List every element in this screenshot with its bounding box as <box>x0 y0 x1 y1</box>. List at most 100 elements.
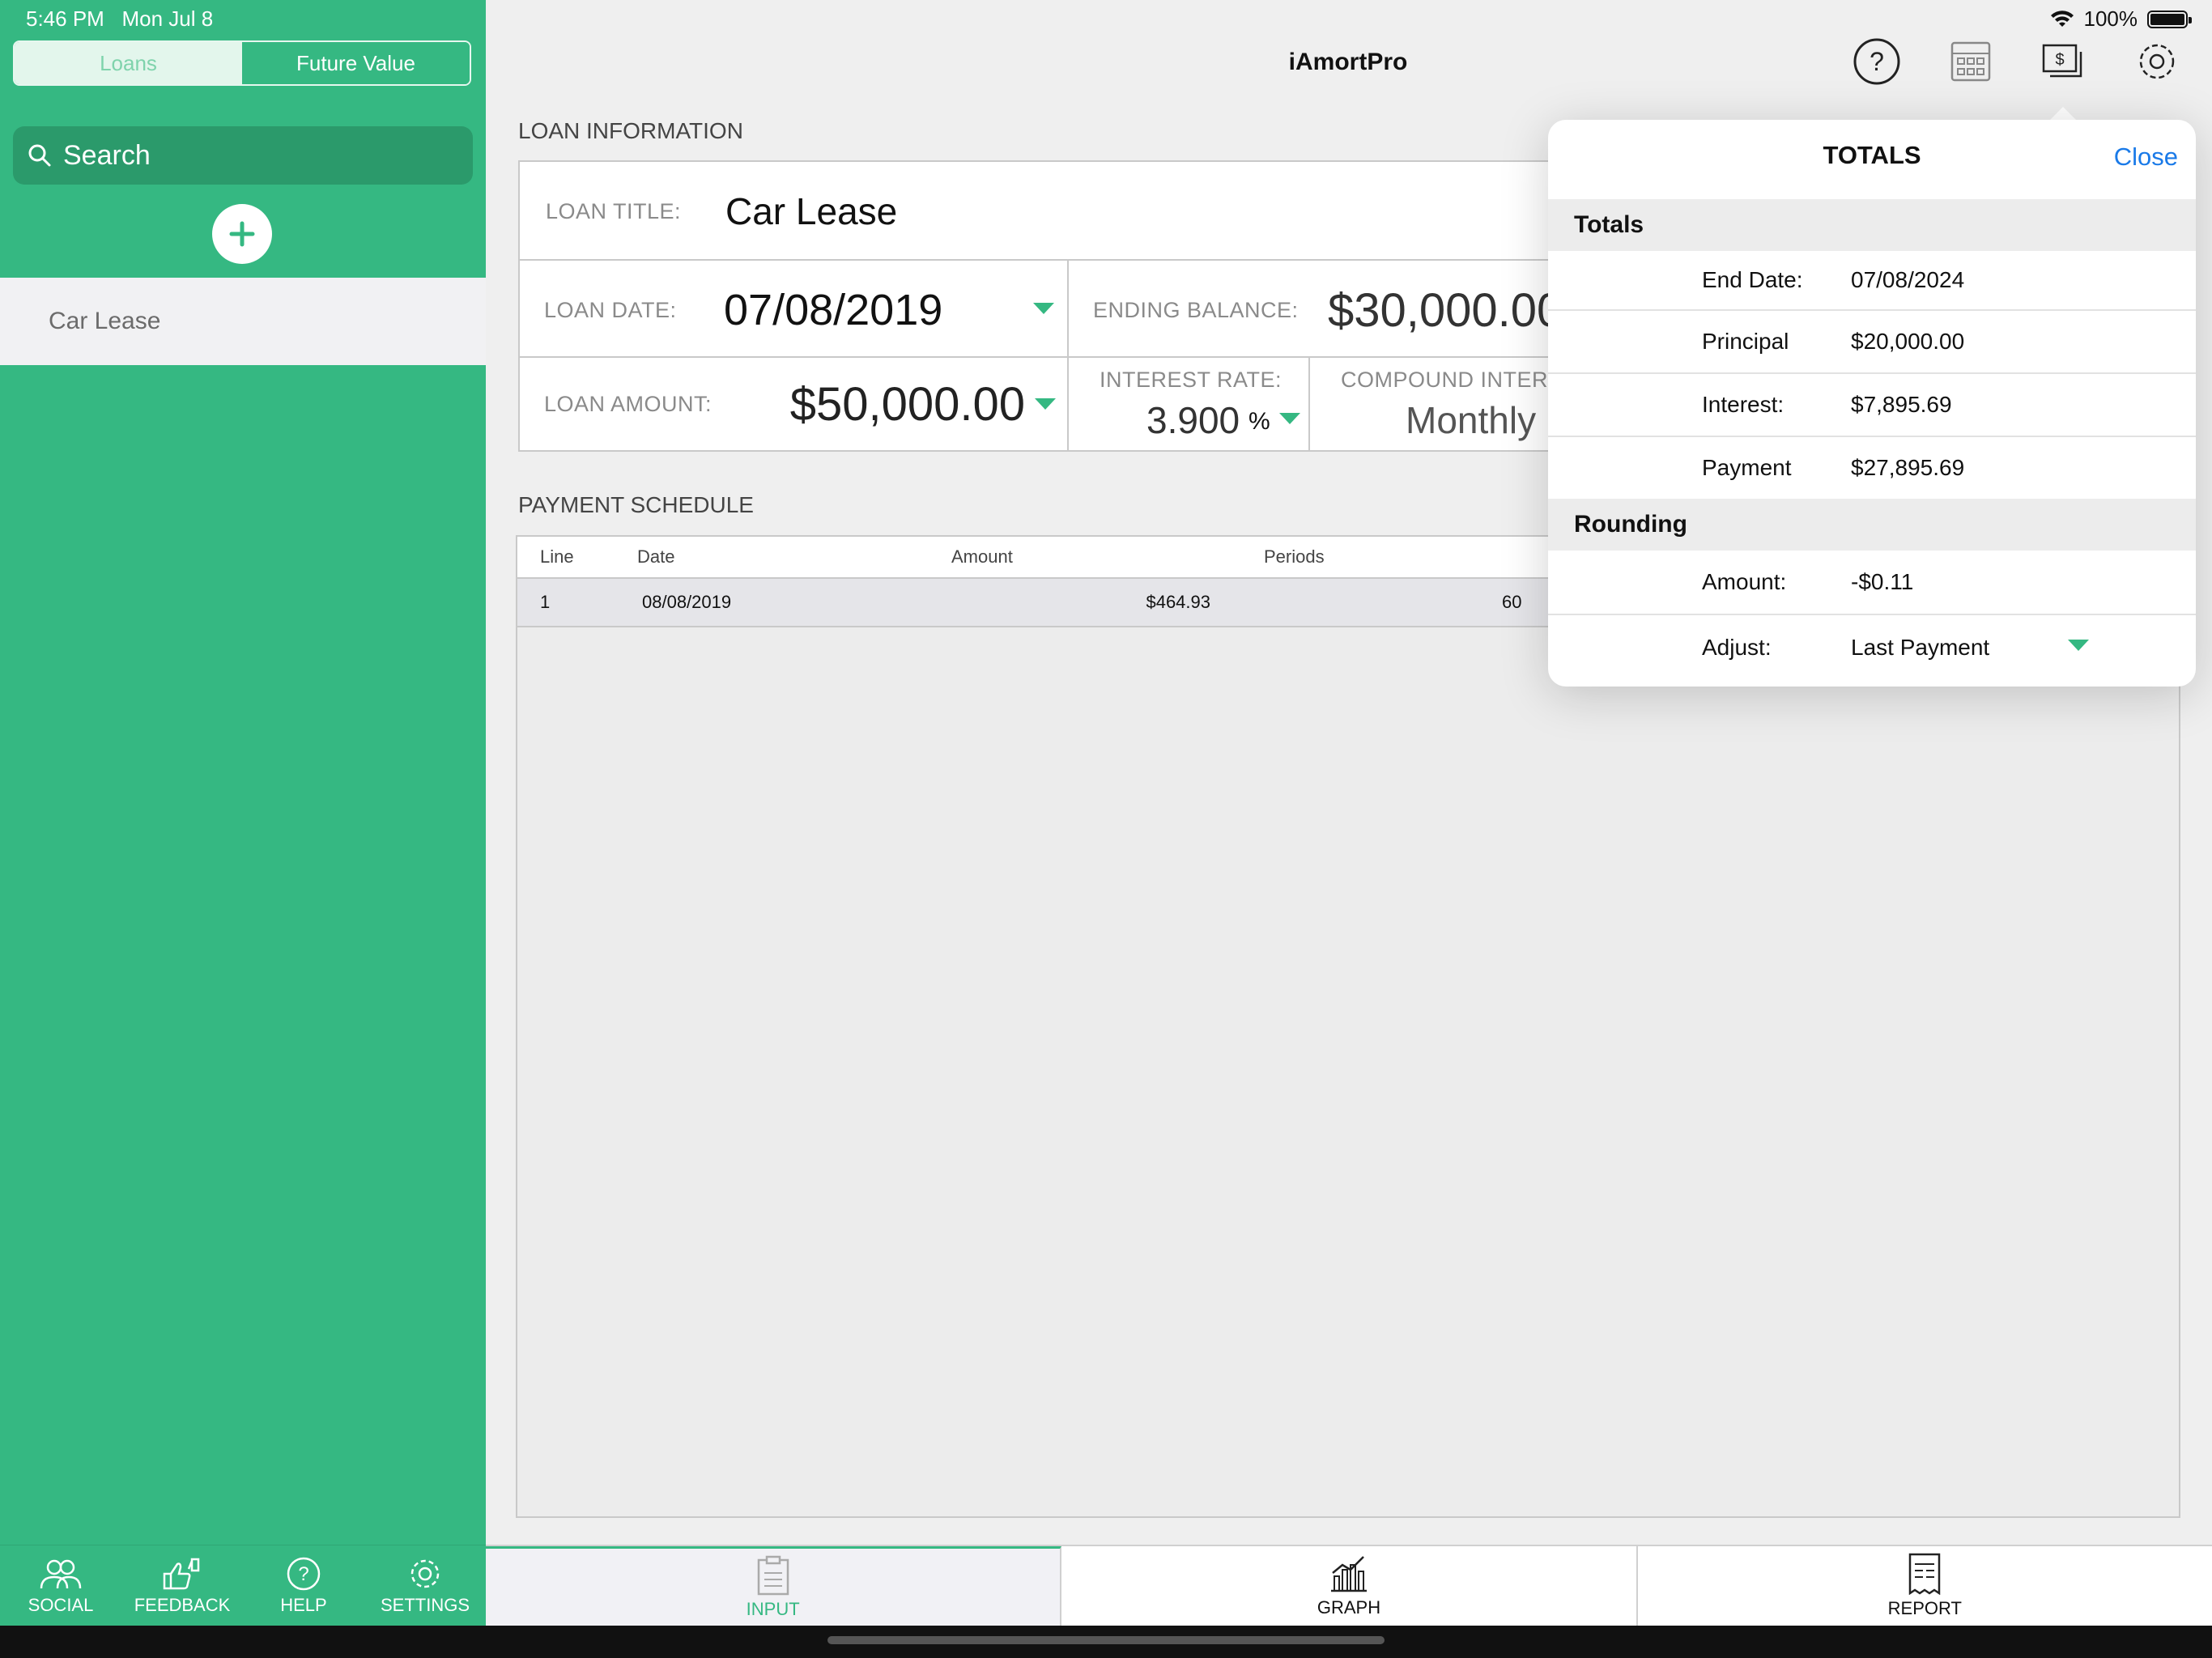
interest-rate-unit: % <box>1249 408 1270 435</box>
interest-rate-value: 3.900 <box>1146 399 1240 441</box>
payment-schedule-heading: PAYMENT SCHEDULE <box>518 492 754 517</box>
interest-rate-dropdown-icon[interactable] <box>1279 413 1300 424</box>
column-header-date[interactable]: Date <box>613 537 929 579</box>
loan-list-item[interactable]: Car Lease <box>0 278 486 365</box>
svg-text:?: ? <box>1870 47 1884 76</box>
compound-interest-value: Monthly <box>1406 399 1537 441</box>
sidebar-segment-control: Loans Future Value <box>13 40 471 86</box>
loan-amount-dropdown-icon[interactable] <box>1035 398 1056 410</box>
loan-info-heading: LOAN INFORMATION <box>518 118 743 143</box>
search-field[interactable]: Search <box>13 126 473 185</box>
wifi-icon <box>2050 10 2074 27</box>
tab-help[interactable]: ? HELP <box>243 1545 364 1626</box>
rounding-row-amount: Amount: -$0.11 <box>1548 551 2196 615</box>
settings-button[interactable] <box>2133 37 2181 86</box>
tab-report[interactable]: REPORT <box>1638 1546 2212 1626</box>
home-indicator[interactable] <box>827 1636 1385 1644</box>
loan-amount-field[interactable]: LOAN AMOUNT: $50,000.00 <box>518 356 1069 452</box>
ending-balance-label: ENDING BALANCE: <box>1093 298 1299 322</box>
totals-row-payment: Payment $27,895.69 <box>1548 437 2196 499</box>
totals-section-header: Totals <box>1548 199 2196 251</box>
report-icon <box>1909 1553 1941 1595</box>
column-header-line[interactable]: Line <box>517 537 615 579</box>
segment-future-value[interactable]: Future Value <box>242 42 470 84</box>
totals-row-principal: Principal $20,000.00 <box>1548 311 2196 374</box>
rounding-amount-label: Amount: <box>1702 569 1787 594</box>
segment-loans[interactable]: Loans <box>15 42 242 84</box>
add-loan-button[interactable] <box>212 204 272 264</box>
adjust-dropdown-icon[interactable] <box>2068 640 2089 651</box>
plus-icon <box>229 221 255 247</box>
people-icon <box>40 1559 82 1589</box>
help-icon: ? <box>287 1557 321 1591</box>
tab-feedback[interactable]: FEEDBACK <box>121 1545 243 1626</box>
interest-label: Interest: <box>1702 392 1784 417</box>
tab-graph[interactable]: GRAPH <box>1061 1546 1638 1626</box>
tab-feedback-label: FEEDBACK <box>134 1595 231 1615</box>
close-button[interactable]: Close <box>2114 142 2178 172</box>
bar-graph-icon <box>1330 1556 1367 1592</box>
table-cell-date[interactable]: 08/08/2019 <box>613 579 929 627</box>
end-date-value: 07/08/2024 <box>1851 267 1965 292</box>
adjust-value[interactable]: Last Payment <box>1851 635 1989 661</box>
tab-settings-label: SETTINGS <box>380 1595 470 1615</box>
tab-report-label: REPORT <box>1887 1598 1962 1618</box>
rounding-section-header: Rounding <box>1548 499 2196 551</box>
status-time: 5:46 PM Mon Jul 8 <box>26 6 214 31</box>
loan-date-label: LOAN DATE: <box>544 298 677 322</box>
question-icon: ? <box>1853 38 1900 85</box>
battery-icon <box>2147 10 2192 28</box>
tab-input[interactable]: INPUT <box>486 1546 1062 1626</box>
rounding-amount-value: -$0.11 <box>1851 569 1914 594</box>
tab-social[interactable]: SOCIAL <box>0 1545 121 1626</box>
popover-title: TOTALS <box>1823 141 1921 169</box>
totals-button[interactable]: $ <box>2039 37 2087 86</box>
svg-text:$: $ <box>2055 51 2064 69</box>
loan-date-dropdown-icon[interactable] <box>1033 303 1054 314</box>
table-cell-line[interactable]: 1 <box>517 579 615 627</box>
totals-popover: TOTALS Close Totals End Date: 07/08/2024… <box>1548 120 2196 687</box>
loan-list-item-label: Car Lease <box>49 308 161 334</box>
totals-row-end-date: End Date: 07/08/2024 <box>1548 251 2196 311</box>
loan-amount-value: $50,000.00 <box>789 378 1025 431</box>
loan-title-field[interactable]: LOAN TITLE: Car Lease <box>518 160 1571 261</box>
tab-social-label: SOCIAL <box>28 1595 94 1615</box>
tab-graph-label: GRAPH <box>1317 1597 1381 1618</box>
calculator-button[interactable] <box>1946 37 1995 86</box>
interest-rate-field[interactable]: INTEREST RATE: 3.900 % <box>1067 356 1310 452</box>
loan-date-field[interactable]: LOAN DATE: 07/08/2019 <box>518 259 1069 358</box>
thumbs-icon <box>163 1558 200 1590</box>
svg-text:?: ? <box>298 1563 308 1585</box>
battery-percent: 100% <box>2083 6 2138 31</box>
help-button[interactable]: ? <box>1853 37 1901 86</box>
sidebar-tab-bar: SOCIAL FEEDBACK ? HELP SETTINGS <box>0 1545 486 1626</box>
interest-value: $7,895.69 <box>1851 392 1952 417</box>
totals-row-interest: Interest: $7,895.69 <box>1548 374 2196 437</box>
clipboard-icon <box>757 1555 789 1595</box>
rounding-row-adjust[interactable]: Adjust: Last Payment <box>1548 615 2196 680</box>
gear-icon <box>2139 44 2175 79</box>
column-header-amount[interactable]: Amount <box>927 537 1241 579</box>
ending-balance-field[interactable]: ENDING BALANCE: $30,000.00 <box>1067 259 1571 358</box>
principal-label: Principal <box>1702 329 1789 354</box>
sidebar: Loans Future Value Search Car Lease <box>0 0 486 1545</box>
principal-value: $20,000.00 <box>1851 329 1965 354</box>
app-title: iAmortPro <box>1288 49 1408 75</box>
tab-settings[interactable]: SETTINGS <box>364 1545 486 1626</box>
gear-icon <box>410 1559 440 1588</box>
end-date-label: End Date: <box>1702 267 1803 292</box>
tab-help-label: HELP <box>280 1595 327 1615</box>
compound-interest-label: COMPOUND INTEREST <box>1341 368 1571 392</box>
search-placeholder: Search <box>63 139 151 171</box>
tab-input-label: INPUT <box>746 1598 800 1619</box>
loan-title-label: LOAN TITLE: <box>546 199 682 223</box>
loan-title-value: Car Lease <box>725 190 898 232</box>
loan-amount-label: LOAN AMOUNT: <box>544 392 713 416</box>
ending-balance-value: $30,000.00 <box>1328 284 1563 337</box>
status-right: 100% <box>2050 6 2192 32</box>
loan-date-value: 07/08/2019 <box>724 286 943 334</box>
table-cell-amount[interactable]: $464.93 <box>927 579 1241 627</box>
adjust-label: Adjust: <box>1702 635 1772 660</box>
search-icon <box>28 144 51 167</box>
compound-interest-field[interactable]: COMPOUND INTEREST Monthly <box>1308 356 1571 452</box>
